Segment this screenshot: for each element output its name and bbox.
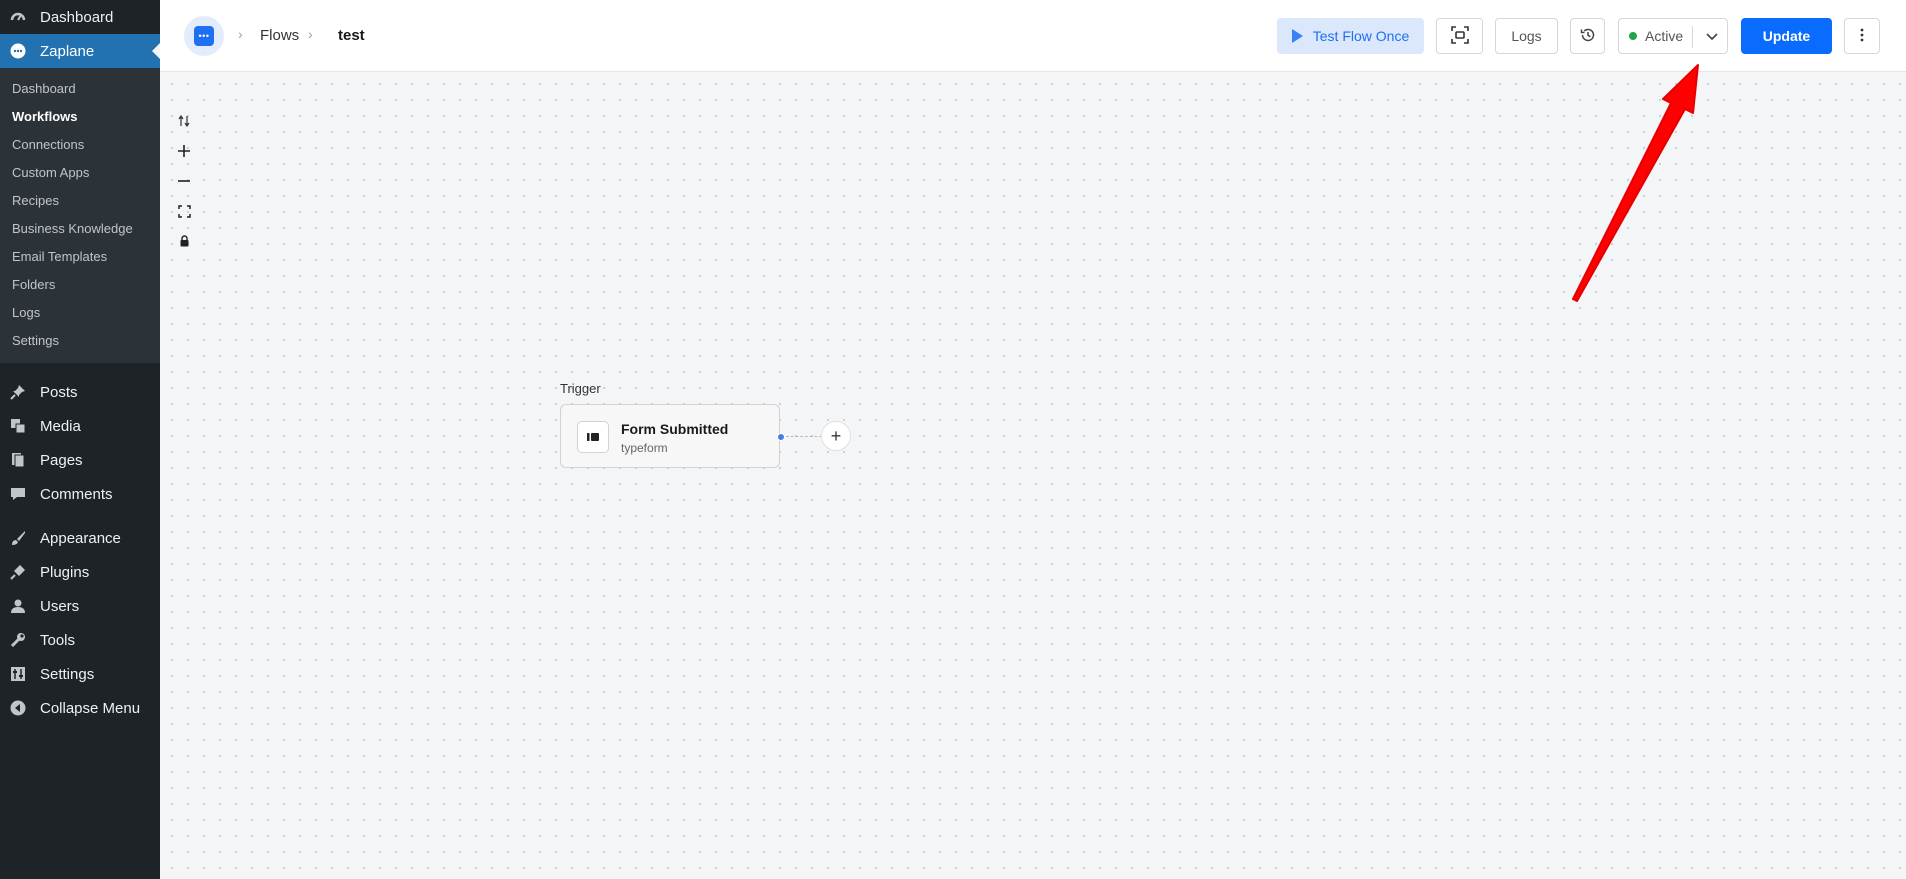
wrench-icon [10, 632, 26, 648]
chevron-down-icon[interactable] [1699, 24, 1725, 50]
typeform-icon [577, 421, 609, 453]
sidebar-item-label: Users [40, 597, 80, 615]
submenu-item-connections[interactable]: Connections [0, 131, 160, 159]
sidebar-item-label: Media [40, 417, 81, 435]
divider [1692, 26, 1693, 48]
more-vertical-icon [1860, 28, 1864, 45]
submenu-item-email-templates[interactable]: Email Templates [0, 243, 160, 271]
submenu-item-logs[interactable]: Logs [0, 299, 160, 327]
sidebar-item-label: Pages [40, 451, 83, 469]
sidebar-item-users[interactable]: Users [0, 589, 160, 623]
sidebar-item-posts[interactable]: Posts [0, 375, 160, 409]
breadcrumb-flows[interactable]: Flows [260, 27, 299, 44]
logs-label: Logs [1511, 28, 1542, 44]
comment-icon [10, 486, 26, 502]
annotation-arrow [1572, 64, 1699, 302]
more-options-button[interactable] [1844, 18, 1880, 54]
history-icon [1580, 27, 1596, 46]
submenu-item-recipes[interactable]: Recipes [0, 187, 160, 215]
sidebar-item-zaplane[interactable]: Zaplane [0, 34, 160, 68]
submenu-item-dashboard[interactable]: Dashboard [0, 75, 160, 103]
sidebar-item-label: Collapse Menu [40, 699, 141, 717]
submenu-item-business-knowledge[interactable]: Business Knowledge [0, 215, 160, 243]
trigger-label: Trigger [560, 381, 601, 396]
admin-sidebar: Dashboard Zaplane Dashboard Workflows Co… [0, 0, 160, 879]
zoom-in-icon[interactable] [174, 136, 194, 166]
trigger-node[interactable]: Form Submitted typeform [560, 404, 780, 468]
sidebar-submenu: Dashboard Workflows Connections Custom A… [0, 68, 160, 363]
sidebar-item-plugins[interactable]: Plugins [0, 555, 160, 589]
breadcrumb-current: test [338, 27, 365, 44]
submenu-item-custom-apps[interactable]: Custom Apps [0, 159, 160, 187]
sidebar-item-label: Appearance [40, 529, 121, 547]
plus-icon: + [830, 425, 842, 446]
swap-icon[interactable] [174, 106, 194, 136]
zoom-out-icon[interactable] [174, 166, 194, 196]
media-icon [10, 418, 26, 434]
node-title: Form Submitted [621, 421, 729, 437]
node-output-handle[interactable] [777, 433, 785, 441]
user-icon [10, 598, 26, 614]
sidebar-item-label: Plugins [40, 563, 90, 581]
submenu-item-settings[interactable]: Settings [0, 327, 160, 355]
sidebar-item-appearance[interactable]: Appearance [0, 521, 160, 555]
test-flow-once-button[interactable]: Test Flow Once [1277, 18, 1424, 54]
pushpin-icon [10, 384, 26, 400]
canvas-controls [174, 106, 194, 256]
capture-frame-icon [1450, 25, 1469, 47]
sidebar-item-label: Comments [40, 485, 113, 503]
dashboard-icon [10, 9, 26, 25]
update-button[interactable]: Update [1741, 18, 1832, 54]
sidebar-item-comments[interactable]: Comments [0, 477, 160, 511]
sidebar-item-label: Posts [40, 383, 78, 401]
node-app-name: typeform [621, 441, 668, 455]
history-button[interactable] [1570, 18, 1605, 54]
update-label: Update [1762, 28, 1811, 44]
lock-icon[interactable] [174, 226, 194, 256]
sidebar-item-dashboard[interactable]: Dashboard [0, 0, 160, 34]
pages-icon [10, 452, 26, 468]
settings-icon [10, 666, 26, 682]
sidebar-item-tools[interactable]: Tools [0, 623, 160, 657]
status-label: Active [1645, 28, 1684, 44]
plugin-icon [10, 564, 26, 580]
test-flow-label: Test Flow Once [1312, 28, 1410, 44]
paintbrush-icon [10, 530, 26, 546]
sidebar-item-label: Settings [40, 665, 95, 683]
sidebar-item-settings[interactable]: Settings [0, 657, 160, 691]
collapse-menu-button[interactable]: Collapse Menu [0, 691, 160, 725]
sidebar-item-label: Zaplane [40, 42, 95, 60]
submenu-item-folders[interactable]: Folders [0, 271, 160, 299]
logs-button[interactable]: Logs [1495, 18, 1558, 54]
add-step-button[interactable]: + [821, 421, 851, 451]
sidebar-item-label: Tools [40, 631, 76, 649]
status-dropdown[interactable]: Active [1618, 18, 1728, 54]
app-logo[interactable]: ••• [184, 16, 224, 56]
submenu-item-workflows[interactable]: Workflows [0, 103, 160, 131]
chevron-right-icon: › [238, 26, 243, 42]
fit-view-icon[interactable] [174, 196, 194, 226]
logo-dots-icon: ••• [194, 26, 214, 46]
sidebar-item-label: Dashboard [40, 8, 114, 26]
sidebar-item-pages[interactable]: Pages [0, 443, 160, 477]
collapse-icon [10, 700, 26, 716]
zaplane-icon [10, 43, 26, 59]
status-indicator [1629, 32, 1637, 40]
play-icon [1291, 29, 1303, 43]
edge-connector [786, 436, 822, 437]
screenshot-button[interactable] [1436, 18, 1483, 54]
chevron-right-icon: › [308, 26, 313, 42]
sidebar-item-media[interactable]: Media [0, 409, 160, 443]
